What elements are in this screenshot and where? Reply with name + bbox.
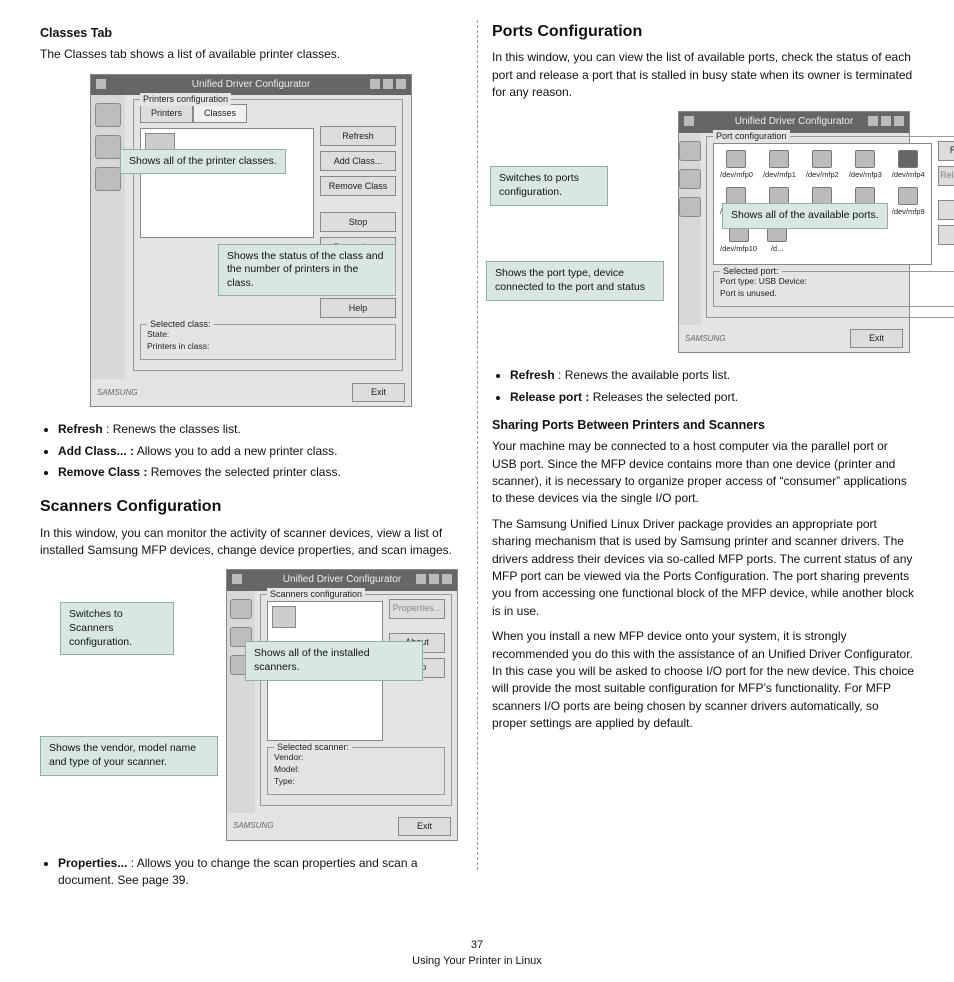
scanner-item-icon[interactable] bbox=[272, 606, 296, 628]
refresh-button[interactable]: Refresh bbox=[320, 126, 396, 146]
samsung-logo: SAMSUNG bbox=[97, 387, 137, 399]
app-icon bbox=[95, 78, 107, 90]
printers-in-class-label: Printers in class: bbox=[147, 341, 389, 353]
add-class-button[interactable]: Add Class... bbox=[320, 151, 396, 171]
left-column: Classes Tab The Classes tab shows a list… bbox=[40, 20, 462, 920]
port-item-icon bbox=[855, 150, 875, 168]
app-icon bbox=[683, 115, 695, 127]
chapter-title: Using Your Printer in Linux bbox=[0, 954, 954, 970]
port-item-icon bbox=[726, 150, 746, 168]
port-item-icon bbox=[898, 187, 918, 205]
scanners-window: Unified Driver Configurator Scanners con… bbox=[226, 569, 458, 840]
callout-printer-classes: Shows all of the printer classes. bbox=[120, 149, 286, 175]
exit-button[interactable]: Exit bbox=[352, 383, 405, 402]
sharing-p2: The Samsung Unified Linux Driver package… bbox=[492, 516, 914, 620]
close-icon bbox=[395, 78, 407, 90]
right-column: Ports Configuration In this window, you … bbox=[492, 20, 914, 920]
about-button[interactable]: About bbox=[938, 200, 954, 220]
maximize-icon bbox=[382, 78, 394, 90]
samsung-logo: SAMSUNG bbox=[233, 820, 273, 832]
ports-window: Unified Driver Configurator Port configu… bbox=[678, 111, 910, 353]
selected-class-label: Selected class: bbox=[147, 318, 214, 331]
state-label: State: bbox=[147, 329, 389, 341]
callout-available-ports: Shows all of the available ports. bbox=[722, 203, 888, 229]
callout-switch-ports: Switches to ports configuration. bbox=[490, 166, 608, 205]
printers-tab[interactable]: Printers bbox=[140, 104, 193, 123]
port-item-icon bbox=[726, 187, 746, 205]
samsung-logo: SAMSUNG bbox=[685, 333, 725, 345]
port-item-icon bbox=[769, 150, 789, 168]
callout-installed-scanners: Shows all of the installed scanners. bbox=[245, 641, 423, 680]
close-icon bbox=[441, 573, 453, 585]
callout-class-status: Shows the status of the class and the nu… bbox=[218, 244, 396, 297]
classes-intro: The Classes tab shows a list of availabl… bbox=[40, 46, 462, 63]
sharing-p3: When you install a new MFP device onto y… bbox=[492, 628, 914, 732]
classes-tab-heading: Classes Tab bbox=[40, 24, 462, 42]
vendor-label: Vendor: bbox=[274, 752, 438, 764]
scanner-icon[interactable] bbox=[95, 135, 121, 159]
ports-intro: In this window, you can view the list of… bbox=[492, 49, 914, 101]
window-sidebar bbox=[679, 133, 701, 325]
close-icon bbox=[893, 115, 905, 127]
group-title: Port configuration bbox=[713, 130, 790, 143]
exit-button[interactable]: Exit bbox=[398, 817, 451, 836]
minimize-icon bbox=[369, 78, 381, 90]
callout-switch-scanners: Switches to Scanners configuration. bbox=[60, 602, 174, 655]
window-sidebar bbox=[91, 95, 125, 379]
scanner-icon[interactable] bbox=[679, 169, 701, 189]
classes-tab[interactable]: Classes bbox=[193, 104, 247, 123]
scanners-bullets: Properties... : Allows you to change the… bbox=[40, 855, 462, 890]
maximize-icon bbox=[428, 573, 440, 585]
port-item-icon bbox=[898, 150, 918, 168]
exit-button[interactable]: Exit bbox=[850, 329, 903, 348]
port-icon[interactable] bbox=[95, 167, 121, 191]
printer-icon[interactable] bbox=[230, 599, 252, 619]
printer-icon[interactable] bbox=[95, 103, 121, 127]
minimize-icon bbox=[415, 573, 427, 585]
help-button[interactable]: Help bbox=[320, 298, 396, 318]
scanners-heading: Scanners Configuration bbox=[40, 495, 462, 518]
column-divider bbox=[477, 20, 478, 870]
window-title: Unified Driver Configurator bbox=[91, 75, 411, 96]
scanners-intro: In this window, you can monitor the acti… bbox=[40, 525, 462, 560]
port-icon[interactable] bbox=[679, 197, 701, 217]
model-label: Model: bbox=[274, 764, 438, 776]
remove-class-button[interactable]: Remove Class bbox=[320, 176, 396, 196]
window-sidebar bbox=[227, 591, 255, 813]
classes-window: Unified Driver Configurator Printers con… bbox=[90, 74, 412, 408]
classes-bullets: Refresh : Renews the classes list. Add C… bbox=[40, 421, 462, 481]
group-title: Scanners configuration bbox=[267, 588, 365, 601]
maximize-icon bbox=[880, 115, 892, 127]
ports-heading: Ports Configuration bbox=[492, 20, 914, 43]
page-number: 37 bbox=[0, 938, 954, 954]
port-type-label: Port type: USB Device: bbox=[720, 276, 954, 288]
port-item-icon bbox=[812, 150, 832, 168]
type-label: Type: bbox=[274, 776, 438, 788]
selected-port-label: Selected port: bbox=[720, 265, 782, 278]
sharing-heading: Sharing Ports Between Printers and Scann… bbox=[492, 416, 914, 434]
port-item-icon bbox=[812, 187, 832, 205]
properties-button[interactable]: Properties... bbox=[389, 599, 445, 619]
port-status-label: Port is unused. bbox=[720, 288, 954, 300]
page-footer: 37 Using Your Printer in Linux bbox=[0, 938, 954, 982]
port-item-icon bbox=[769, 187, 789, 205]
group-title: Printers configuration bbox=[140, 93, 231, 106]
minimize-icon bbox=[867, 115, 879, 127]
help-button[interactable]: Help bbox=[938, 225, 954, 245]
release-port-button[interactable]: Release port bbox=[938, 166, 954, 186]
sharing-p1: Your machine may be connected to a host … bbox=[492, 438, 914, 508]
selected-scanner-label: Selected scanner: bbox=[274, 741, 352, 754]
ports-bullets: Refresh : Renews the available ports lis… bbox=[492, 367, 914, 406]
app-icon bbox=[231, 573, 243, 585]
printer-icon[interactable] bbox=[679, 141, 701, 161]
port-item-icon bbox=[855, 187, 875, 205]
refresh-button[interactable]: Refresh bbox=[938, 141, 954, 161]
stop-button[interactable]: Stop bbox=[320, 212, 396, 232]
callout-port-type: Shows the port type, device connected to… bbox=[486, 261, 664, 300]
callout-vendor-model: Shows the vendor, model name and type of… bbox=[40, 736, 218, 775]
